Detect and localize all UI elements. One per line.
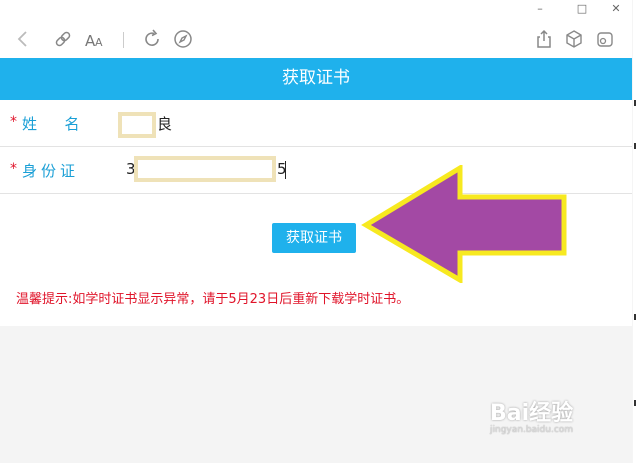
watermark-url: jingyan.baidu.com xyxy=(490,425,574,435)
page-title: 获取证书 xyxy=(0,58,632,100)
required-mark: * xyxy=(10,114,17,130)
share-icon[interactable] xyxy=(533,28,555,50)
annotation-arrow xyxy=(361,165,567,283)
cube-icon[interactable] xyxy=(563,28,585,50)
toolbar: AA xyxy=(0,20,632,58)
background-window-edge xyxy=(633,0,637,463)
watermark-brand: Bai经验 xyxy=(490,401,574,426)
notice-text: 温馨提示:如学时证书显示异常，请于5月23日后重新下载学时证书。 xyxy=(16,292,410,307)
text-cursor xyxy=(285,161,286,179)
close-button[interactable]: ✕ xyxy=(606,2,626,16)
app-window: – □ ✕ AA 获取证书 * 姓 名 良 * 身份证 3 5 获取证书 温馨提… xyxy=(0,0,632,463)
maximize-button[interactable]: □ xyxy=(572,2,592,16)
id-label: 身份证 xyxy=(22,162,80,180)
id-field[interactable] xyxy=(134,156,276,182)
link-icon[interactable] xyxy=(52,28,74,50)
toolbar-separator xyxy=(123,32,124,48)
name-row: * 姓 名 良 xyxy=(0,100,632,147)
name-label: 姓 名 xyxy=(22,115,86,133)
back-icon[interactable] xyxy=(12,28,34,50)
refresh-icon[interactable] xyxy=(141,28,163,50)
get-certificate-button[interactable]: 获取证书 xyxy=(272,223,356,253)
font-size-icon[interactable]: AA xyxy=(84,28,106,50)
watermark: Bai经验 jingyan.baidu.com xyxy=(490,395,573,435)
name-value: 良 xyxy=(157,115,173,133)
svg-text:A: A xyxy=(95,36,103,49)
compass-icon[interactable] xyxy=(172,28,194,50)
name-field[interactable] xyxy=(118,112,156,138)
user-icon[interactable] xyxy=(594,28,616,50)
title-bar: – □ ✕ xyxy=(0,0,632,20)
minimize-button[interactable]: – xyxy=(530,2,550,16)
required-mark: * xyxy=(10,161,17,177)
